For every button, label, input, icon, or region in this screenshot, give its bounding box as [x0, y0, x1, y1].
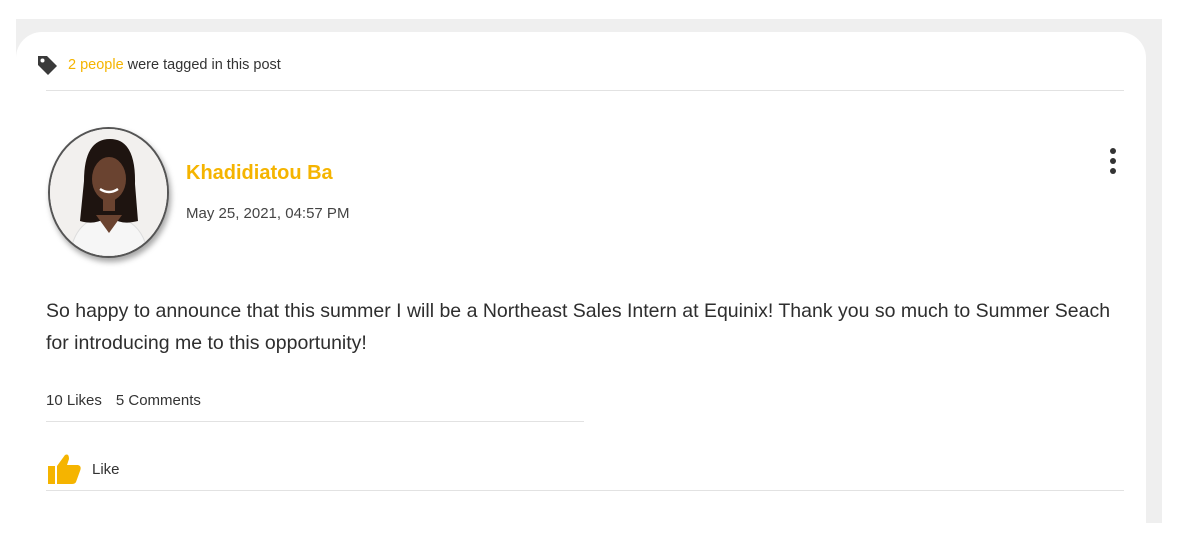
avatar[interactable]	[48, 127, 169, 258]
tagged-people-row: 2 people were tagged in this post	[36, 54, 281, 76]
comments-count[interactable]: 5 Comments	[116, 392, 201, 409]
tagged-people-link[interactable]: 2 people	[68, 57, 124, 73]
like-button[interactable]: Like	[46, 452, 120, 486]
author-name-link[interactable]: Khadidiatou Ba	[186, 162, 333, 185]
tagged-people-text: were tagged in this post	[127, 57, 281, 73]
post-timestamp: May 25, 2021, 04:57 PM	[186, 205, 350, 222]
post-stats: 10 Likes 5 Comments	[46, 392, 201, 409]
tag-icon	[36, 54, 60, 76]
like-label: Like	[92, 460, 120, 478]
thumbs-up-icon	[46, 452, 82, 486]
more-vertical-icon[interactable]	[1101, 146, 1125, 180]
header-divider	[46, 90, 1124, 91]
likes-count[interactable]: 10 Likes	[46, 392, 102, 409]
actions-divider	[46, 490, 1124, 491]
post-body: So happy to announce that this summer I …	[46, 300, 1111, 354]
feed-viewport: 2 people were tagged in this post Khadid…	[16, 19, 1162, 552]
post-card: 2 people were tagged in this post Khadid…	[16, 32, 1146, 552]
stats-divider	[46, 421, 584, 422]
